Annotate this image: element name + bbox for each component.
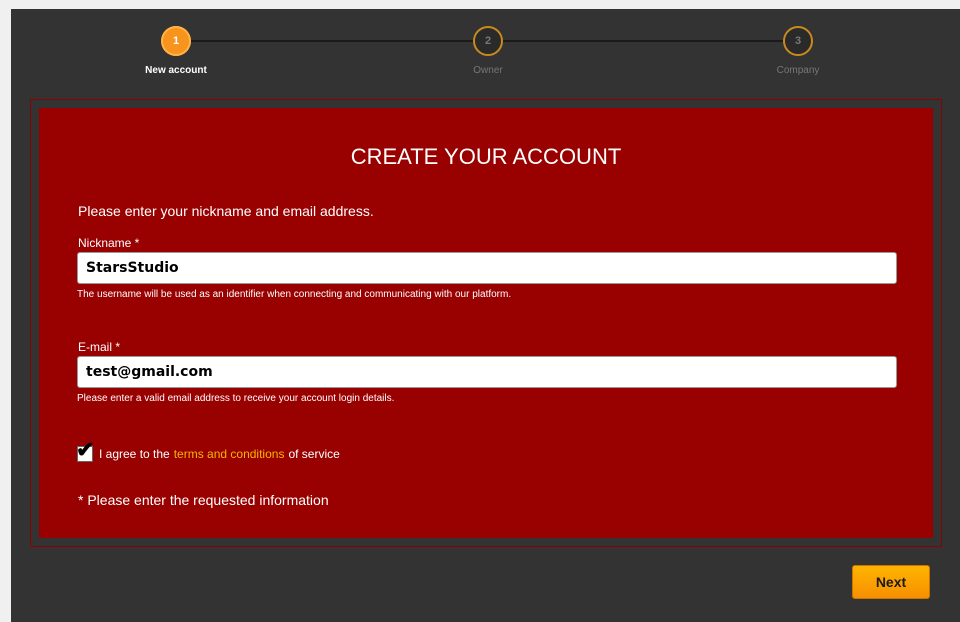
step-2-circle[interactable]: 2	[473, 26, 503, 56]
nickname-input[interactable]: StarsStudio	[77, 252, 897, 284]
checkmark-icon: ✔	[76, 437, 95, 462]
terms-checkbox[interactable]: ✔	[76, 439, 94, 462]
terms-link[interactable]: terms and conditions	[174, 447, 285, 461]
next-button[interactable]: Next	[852, 565, 930, 599]
terms-suffix: of service	[288, 447, 340, 461]
step-1-circle[interactable]: 1	[161, 26, 191, 56]
step-2-label: Owner	[473, 65, 503, 76]
create-account-form: CREATE YOUR ACCOUNT Please enter your ni…	[39, 108, 933, 538]
nickname-help: The username will be used as an identifi…	[77, 289, 512, 300]
nickname-label: Nickname *	[78, 236, 140, 250]
wizard-panel: 1 New account 2 Owner 3 Company CREATE Y…	[11, 9, 960, 622]
email-help: Please enter a valid email address to re…	[77, 393, 395, 404]
form-frame: CREATE YOUR ACCOUNT Please enter your ni…	[30, 99, 942, 547]
terms-agreement: ✔ I agree to the terms and conditions of…	[76, 439, 340, 462]
form-title: CREATE YOUR ACCOUNT	[350, 144, 622, 169]
step-3-circle[interactable]: 3	[783, 26, 813, 56]
email-label: E-mail *	[78, 340, 121, 354]
step-1-label: New account	[145, 65, 207, 76]
required-note: * Please enter the requested information	[78, 492, 329, 508]
form-intro: Please enter your nickname and email add…	[78, 203, 374, 219]
terms-prefix: I agree to the	[99, 447, 170, 461]
step-3-label: Company	[776, 65, 820, 76]
step-connector	[191, 40, 474, 42]
email-input[interactable]: test@gmail.com	[77, 356, 897, 388]
stepper: 1 New account 2 Owner 3 Company	[11, 9, 960, 99]
step-connector	[502, 40, 785, 42]
